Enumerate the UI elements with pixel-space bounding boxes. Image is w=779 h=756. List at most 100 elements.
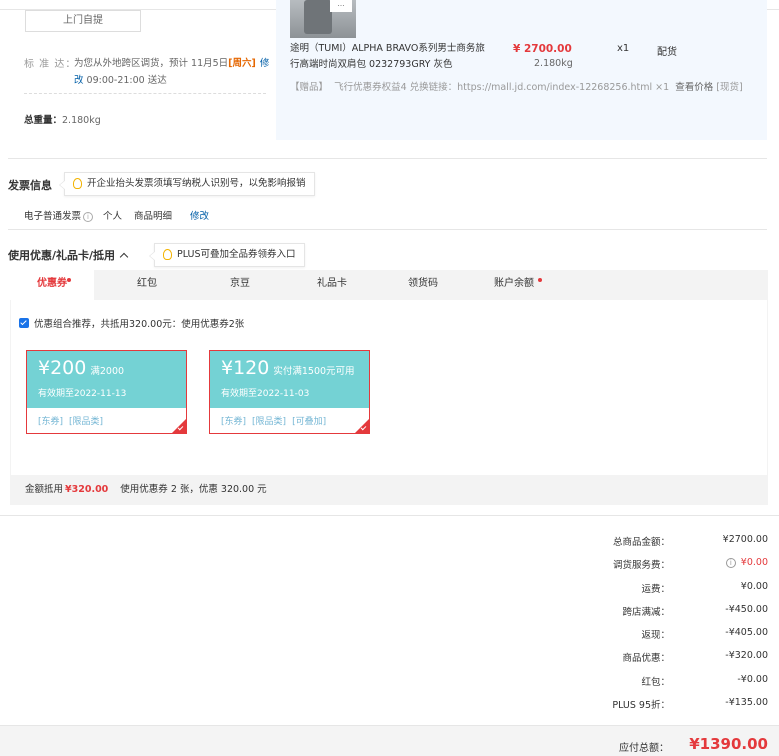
info-icon[interactable]: i <box>725 558 736 569</box>
summary-label: 运费： <box>641 583 670 595</box>
payable-total: ¥1390.00 <box>689 735 768 753</box>
checkbox-checked-icon[interactable] <box>19 318 29 328</box>
new-dot-icon <box>67 278 71 282</box>
invoice-details: 电子普通发票 i 个人 商品明细 修改 <box>24 208 221 222</box>
combo-recommend[interactable]: 优惠组合推荐，共抵用320.00元：使用优惠券2张 <box>19 316 244 330</box>
deduction-text: 使用优惠券 2 张，优惠 320.00 元 <box>120 484 267 495</box>
pickup-button[interactable]: 上门自提 <box>25 10 141 32</box>
invoice-type: 电子普通发票 <box>24 211 82 222</box>
coupon-tag: [限品类] <box>69 417 104 427</box>
summary-value: i ¥0.00 <box>725 557 768 569</box>
section-divider <box>8 158 767 159</box>
product-thumbnail[interactable]: … <box>290 0 356 38</box>
tab-label: 京豆 <box>230 278 250 289</box>
invoice-tip: 开企业抬头发票须填写纳税人识别号，以免影响报销 <box>59 172 315 196</box>
thumbnail-tag: … <box>330 0 352 12</box>
backpack-image <box>304 0 332 34</box>
invoice-modify-link[interactable]: 修改 <box>190 211 209 222</box>
product-name[interactable]: 途明（TUMI）ALPHA BRAVO系列男士商务旅行高端时尚双肩包 02327… <box>290 41 490 73</box>
summary-row: 调货服务费： i ¥0.00 <box>560 553 768 576</box>
tab-label: 礼品卡 <box>317 278 347 289</box>
selected-check-icon <box>355 419 369 433</box>
coupon-tag: [东券] <box>38 417 64 427</box>
product-quantity: x1 <box>617 43 630 54</box>
coupon-amount: ¥200 满2000 <box>38 357 124 379</box>
payable-bar: 应付总额： ¥1390.00 <box>0 725 779 756</box>
tab-gift-card[interactable]: 礼品卡 <box>287 270 377 300</box>
coupon-face: ¥120 实付满1500元可用 有效期至2022-11-03 <box>210 351 369 408</box>
info-icon[interactable]: i <box>83 212 94 222</box>
summary-value: ¥2700.00 <box>722 534 768 545</box>
summary-label: 调货服务费： <box>612 560 670 572</box>
delivery-weekday: [周六] <box>228 58 256 69</box>
invoice-title: 发票信息 <box>8 179 52 192</box>
invoice-content: 商品明细 <box>134 211 173 222</box>
gift-label: 【赠品】 <box>290 82 329 93</box>
coupon-condition: 满2000 <box>90 366 125 377</box>
coupon-tag: [可叠加] <box>292 417 327 427</box>
coupon-card[interactable]: ¥200 满2000 有效期至2022-11-13 [东券] [限品类] <box>26 350 187 434</box>
selected-check-icon <box>172 419 186 433</box>
coupon-tag: [限品类] <box>252 417 287 427</box>
gift-text: 飞行优惠券权益4 兑换链接：https://mall.jd.com/index-… <box>334 82 670 93</box>
coupons-title-text: 使用优惠/礼品卡/抵用 <box>8 249 116 262</box>
summary-row: 红包： -¥0.00 <box>560 670 768 693</box>
coupon-tags: [东券] [限品类] [可叠加] <box>221 414 332 427</box>
summary-value: -¥135.00 <box>725 697 768 709</box>
chevron-up-icon[interactable] <box>119 252 129 262</box>
coupon-condition: 实付满1500元可用 <box>273 366 355 377</box>
section-divider <box>8 229 767 230</box>
standard-delivery-text: 为您从外地跨区调货，预计 11月5日[周六] 修改 09:00-21:00 送达 <box>74 55 270 89</box>
combo-recommend-text: 优惠组合推荐，共抵用320.00元：使用优惠券2张 <box>34 319 245 330</box>
deduction-value: ¥320.00 <box>65 484 109 495</box>
summary-row: 总商品金额： ¥2700.00 <box>560 530 768 553</box>
coupons-title[interactable]: 使用优惠/礼品卡/抵用 <box>8 247 129 263</box>
plus-coupon-tip[interactable]: PLUS可叠加全品券领券入口 <box>149 243 305 267</box>
tab-coupons[interactable]: 优惠券 <box>10 270 94 301</box>
gift-price-link[interactable]: 查看价格 <box>675 82 713 93</box>
tab-label: 优惠券 <box>37 278 67 289</box>
coupon-amount-value: ¥120 <box>221 357 270 379</box>
coupon-card[interactable]: ¥120 实付满1500元可用 有效期至2022-11-03 [东券] [限品类][… <box>209 350 370 434</box>
tab-account-balance[interactable]: 账户余额 <box>469 270 559 300</box>
deduction-label: 金额抵用 <box>25 484 64 495</box>
product-weight: 2.180kg <box>534 58 573 69</box>
standard-delivery-label: 标 准 达： <box>24 59 77 70</box>
tab-jd-beans[interactable]: 京豆 <box>195 270 285 300</box>
total-weight-label: 总重量： <box>24 115 63 126</box>
product-price: ¥ 2700.00 <box>513 43 572 55</box>
order-summary: 总商品金额： ¥2700.00 调货服务费： i ¥0.00 运费： ¥0.00 跨店满… <box>560 530 768 716</box>
shipping-divider <box>24 93 266 94</box>
product-stock-status: 配货 <box>657 47 677 58</box>
lightbulb-icon <box>73 178 82 189</box>
summary-row: 跨店满减： -¥450.00 <box>560 600 768 623</box>
coupon-tabs: 优惠券 红包 京豆 礼品卡 领货码 账户余额 <box>10 270 768 301</box>
summary-label: PLUS 95折： <box>612 700 670 712</box>
summary-value: -¥0.00 <box>737 673 768 685</box>
summary-value: -¥405.00 <box>725 627 768 639</box>
coupon-amount-value: ¥200 <box>38 357 87 379</box>
delivery-estimate: 为您从外地跨区调货，预计 11月5日 <box>74 58 229 69</box>
tab-pickup-code[interactable]: 领货码 <box>378 270 468 300</box>
coupon-tags: [东券] [限品类] <box>38 414 109 427</box>
tab-red-packet[interactable]: 红包 <box>102 270 192 300</box>
summary-label: 总商品金额： <box>612 537 670 548</box>
total-weight-value: 2.180kg <box>62 115 101 126</box>
coupon-tag: [东券] <box>221 417 247 427</box>
section-divider <box>0 515 779 516</box>
plus-coupon-tip-text: PLUS可叠加全品券领券入口 <box>177 249 296 260</box>
invoice-tip-text: 开企业抬头发票须填写纳税人识别号，以免影响报销 <box>87 178 306 189</box>
coupon-face: ¥200 满2000 有效期至2022-11-13 <box>27 351 186 408</box>
tab-label: 领货码 <box>408 278 438 289</box>
summary-label: 跨店满减： <box>622 606 670 618</box>
summary-row: PLUS 95折： -¥135.00 <box>560 693 768 716</box>
new-dot-icon <box>538 278 542 282</box>
summary-row: 返现： -¥405.00 <box>560 623 768 646</box>
summary-label: 返现： <box>641 630 670 642</box>
total-weight: 总重量：2.180kg <box>24 112 101 126</box>
summary-label: 红包： <box>641 676 670 688</box>
summary-value: -¥320.00 <box>725 650 768 662</box>
coupon-expiry: 有效期至2022-11-13 <box>38 389 127 399</box>
coupon-amount: ¥120 实付满1500元可用 <box>221 357 355 379</box>
gift-line: 【赠品】 飞行优惠券权益4 兑换链接：https://mall.jd.com/i… <box>290 79 743 93</box>
